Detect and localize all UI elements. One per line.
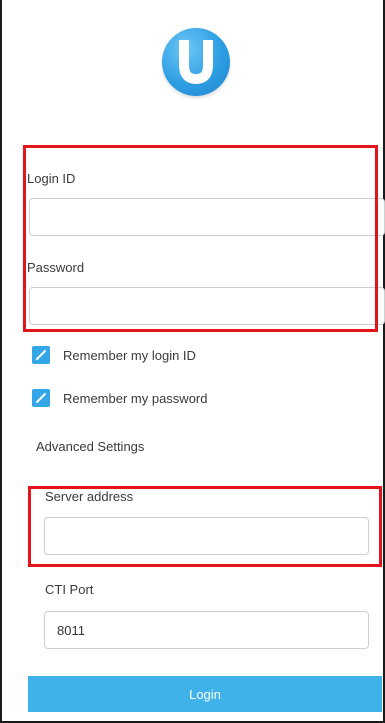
remember-login-id-checkbox[interactable] — [32, 346, 50, 364]
checkmark-icon — [36, 350, 46, 360]
remember-password-label: Remember my password — [63, 390, 208, 406]
login-id-label: Login ID — [27, 171, 76, 186]
u-logo-glyph — [179, 40, 213, 85]
server-address-input[interactable] — [44, 517, 369, 555]
remember-login-id-option[interactable]: Remember my login ID — [32, 345, 196, 365]
cti-port-label: CTI Port — [45, 582, 94, 597]
app-logo-icon — [162, 28, 230, 96]
password-label: Password — [27, 260, 85, 275]
password-input[interactable] — [29, 287, 385, 325]
server-address-label: Server address — [45, 489, 134, 504]
checkmark-icon — [36, 393, 46, 403]
remember-password-checkbox[interactable] — [32, 389, 50, 407]
login-id-input[interactable] — [29, 198, 385, 236]
remember-password-option[interactable]: Remember my password — [32, 388, 208, 408]
login-button[interactable]: Login — [28, 676, 382, 712]
cti-port-input[interactable] — [44, 611, 369, 649]
advanced-settings-heading[interactable]: Advanced Settings — [36, 439, 144, 454]
remember-login-id-label: Remember my login ID — [63, 347, 196, 363]
